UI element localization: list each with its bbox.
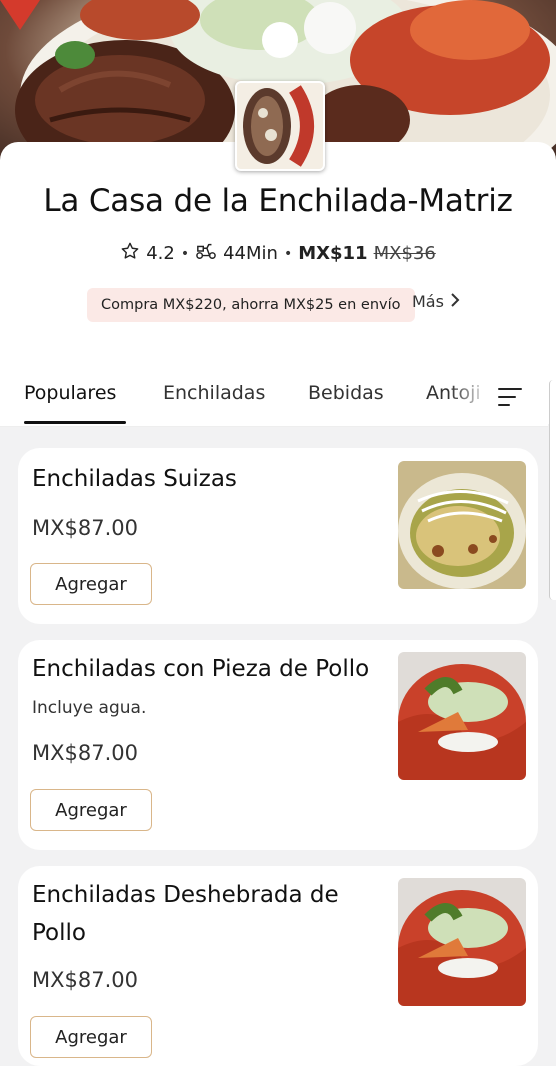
item-image xyxy=(398,652,526,780)
menu-item-card[interactable]: Enchiladas con Pieza de Pollo Incluye ag… xyxy=(18,640,538,850)
separator-dot: • xyxy=(180,245,190,262)
scooter-icon xyxy=(195,241,217,266)
tab-populares[interactable]: Populares xyxy=(24,382,116,404)
menu-item-card[interactable]: Enchiladas Suizas MX$87.00 Agregar xyxy=(18,448,538,624)
delivery-fee: MX$11 xyxy=(298,243,368,264)
item-price: MX$87.00 xyxy=(32,741,138,765)
item-price: MX$87.00 xyxy=(32,516,138,540)
restaurant-logo xyxy=(235,81,325,171)
chevron-right-icon xyxy=(450,292,460,311)
item-price: MX$87.00 xyxy=(32,968,138,992)
restaurant-meta: 4.2 • 44Min • MX$11 MX$36 xyxy=(0,241,556,266)
item-image xyxy=(398,461,526,589)
item-name: Enchiladas Deshebrada de Pollo xyxy=(32,882,339,946)
item-name: Enchiladas Suizas xyxy=(32,466,237,492)
tabs-fade-overlay xyxy=(450,370,490,424)
category-tabs: Populares Enchiladas Bebidas Antoji xyxy=(0,370,548,427)
delivery-fee-original: MX$36 xyxy=(373,243,436,264)
separator-dot: • xyxy=(283,245,293,262)
menu-list-icon[interactable] xyxy=(496,384,524,410)
add-button[interactable]: Agregar xyxy=(30,563,152,605)
add-button[interactable]: Agregar xyxy=(30,1016,152,1058)
item-name: Enchiladas con Pieza de Pollo xyxy=(32,656,370,682)
delivery-time: 44Min xyxy=(223,243,278,264)
restaurant-name: La Casa de la Enchilada-Matriz xyxy=(43,183,513,219)
tab-bebidas[interactable]: Bebidas xyxy=(308,382,384,404)
add-button[interactable]: Agregar xyxy=(30,789,152,831)
more-info-link[interactable]: Más xyxy=(412,292,460,311)
promo-text: Compra MX$220, ahorra MX$25 en envío xyxy=(101,297,401,313)
active-tab-indicator xyxy=(24,421,126,424)
delivery-promo-banner: Compra MX$220, ahorra MX$25 en envío xyxy=(87,288,415,322)
more-label: Más xyxy=(412,292,444,311)
tab-enchiladas[interactable]: Enchiladas xyxy=(163,382,265,404)
rating-value: 4.2 xyxy=(146,243,175,264)
scrollbar[interactable] xyxy=(549,380,556,600)
star-outline-icon xyxy=(120,241,140,266)
item-description: Incluye agua. xyxy=(32,698,147,718)
item-image xyxy=(398,878,526,1006)
menu-item-card[interactable]: Enchiladas Deshebrada de Pollo MX$87.00 … xyxy=(18,866,538,1066)
